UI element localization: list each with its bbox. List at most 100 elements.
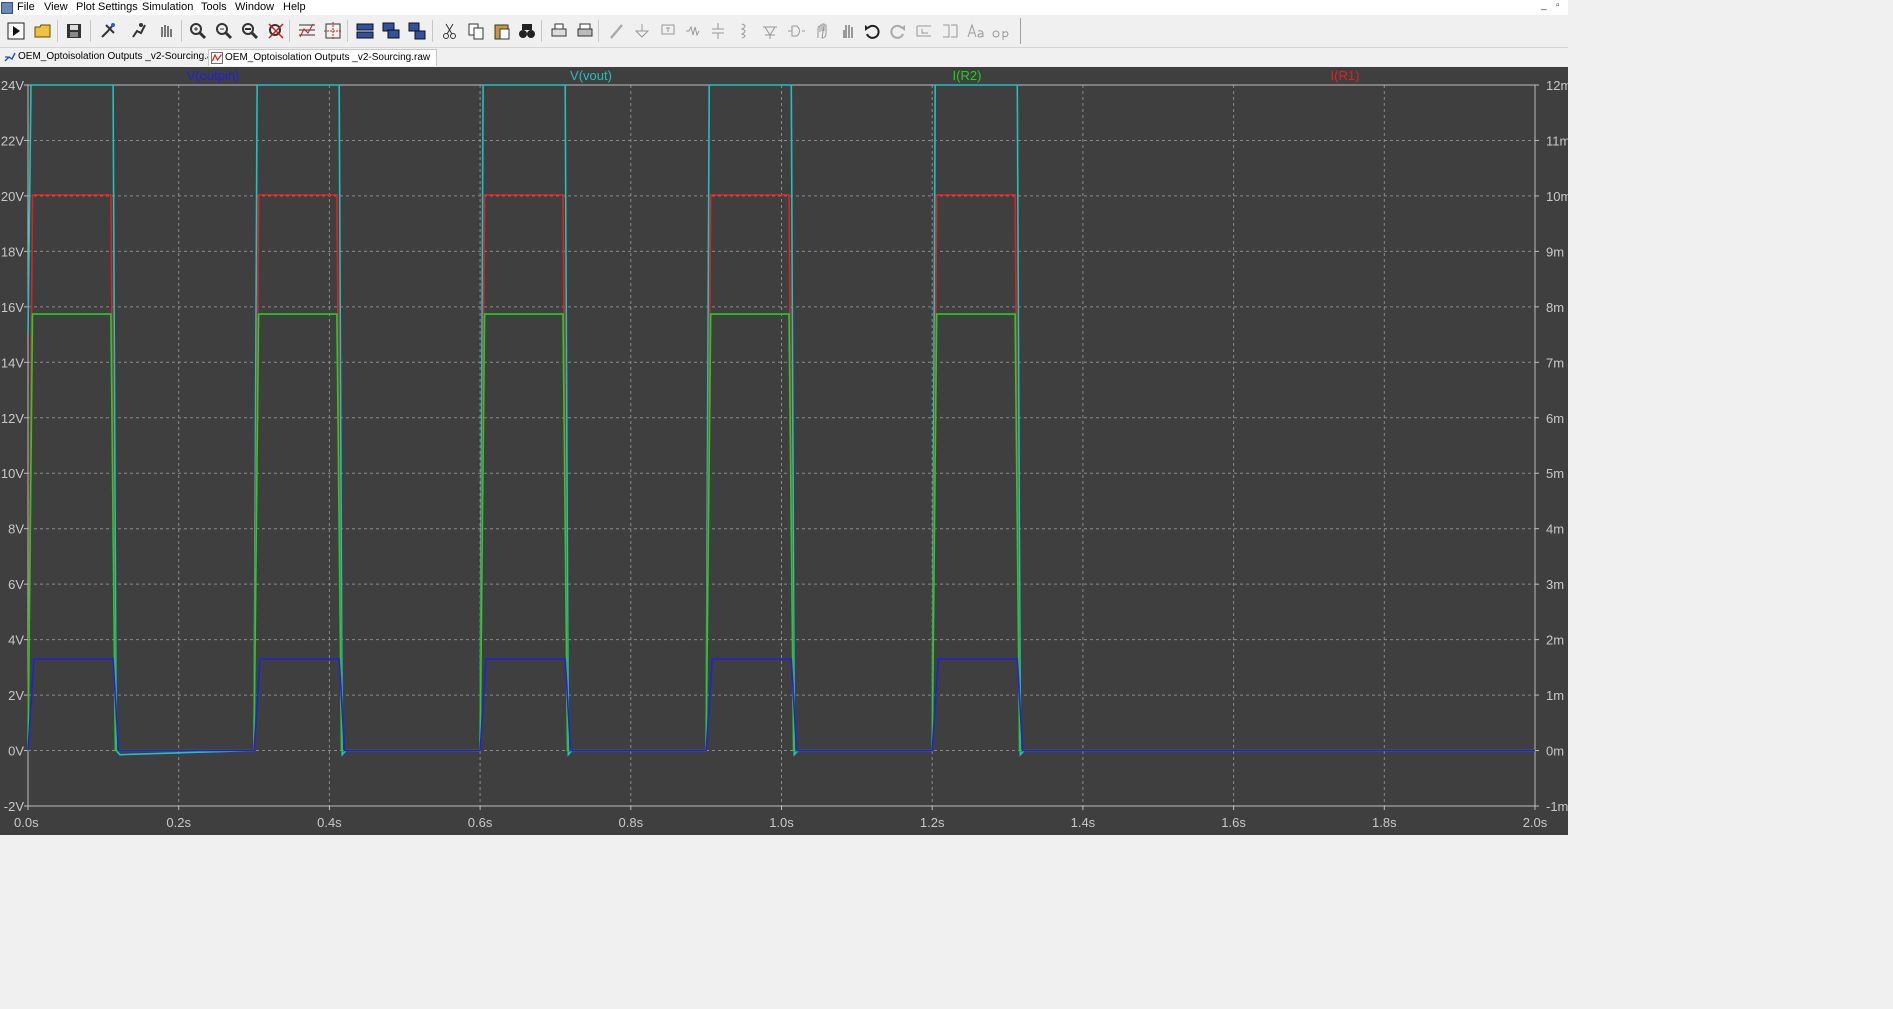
move-icon	[817, 23, 827, 39]
halt-icon	[132, 23, 146, 38]
x-tick-label: 1.6s	[1221, 815, 1246, 830]
spice-directive-button[interactable]	[990, 20, 1012, 42]
control-panel-button[interactable]	[97, 20, 119, 42]
mark-data-button[interactable]	[322, 20, 344, 42]
y-left-tick-label: 10V	[1, 466, 24, 481]
y-right-tick-label: 8m	[1546, 300, 1564, 315]
paste-icon	[494, 24, 510, 40]
print-button[interactable]	[548, 20, 570, 42]
menu-window[interactable]: Window	[235, 1, 274, 14]
toolbar	[0, 16, 1568, 48]
move-button[interactable]	[811, 20, 833, 42]
y-right-tick-label: 11m	[1546, 133, 1568, 148]
wire-button[interactable]	[606, 20, 628, 42]
resistor-icon	[686, 25, 700, 37]
zoom-back-button[interactable]	[239, 20, 261, 42]
cut-button[interactable]	[439, 20, 461, 42]
spice-directive-icon	[992, 30, 1009, 40]
y-right-tick-label: 6m	[1546, 411, 1564, 426]
redo-icon	[890, 24, 905, 39]
y-left-tick-label: 24V	[1, 78, 24, 93]
paste-button[interactable]	[491, 20, 513, 42]
x-tick-label: 1.8s	[1372, 815, 1397, 830]
y-right-tick-label: 5m	[1546, 466, 1564, 481]
y-right-tick-label: 3m	[1546, 577, 1564, 592]
zoom-out-button[interactable]	[213, 20, 235, 42]
zoom-fit-button[interactable]	[265, 20, 287, 42]
open-button[interactable]	[32, 20, 54, 42]
capacitor-button[interactable]	[707, 20, 729, 42]
y-right-tick-label: 2m	[1546, 633, 1564, 648]
pan-button[interactable]	[155, 20, 177, 42]
label-net-button[interactable]	[657, 20, 679, 42]
x-tick-label: 1.4s	[1071, 815, 1096, 830]
drag-icon	[843, 25, 853, 38]
menu-file[interactable]: File	[17, 1, 35, 14]
find-button[interactable]	[516, 20, 538, 42]
undo-button[interactable]	[861, 20, 883, 42]
print-icon	[551, 23, 567, 37]
diode-button[interactable]	[759, 20, 781, 42]
x-tick-label: 0.8s	[619, 815, 644, 830]
waveform-plot[interactable]: 0.0s 0.2s 0.4s 0.6s 0.8s 1.0s 1.2s 1.4s 1.6s 1.8s…	[0, 67, 1568, 835]
inductor-button[interactable]	[733, 20, 755, 42]
drag-button[interactable]	[837, 20, 859, 42]
tile-horizontal-icon	[356, 23, 374, 39]
print-setup-icon	[577, 23, 593, 37]
menu-plot-settings[interactable]: Plot Settings	[76, 1, 138, 14]
tab-schematic-label: OEM_Optoisolation Outputs _v2-Sourcing.a…	[18, 51, 223, 62]
redo-button[interactable]	[887, 20, 909, 42]
trace-label-v-vout[interactable]: V(vout)	[570, 68, 612, 83]
open-icon	[34, 24, 51, 38]
tile-vertical-button[interactable]	[406, 20, 428, 42]
run-button[interactable]	[5, 20, 27, 42]
waveform-chart[interactable]: 0.0s 0.2s 0.4s 0.6s 0.8s 1.0s 1.2s 1.4s 1.6s 1.8s…	[0, 67, 1568, 835]
trace-label-i-r2[interactable]: I(R2)	[953, 68, 982, 83]
toolbar-separator	[90, 20, 91, 42]
document-tabs: OEM_Optoisolation Outputs _v2-Sourcing.a…	[0, 48, 1568, 66]
undo-icon	[865, 24, 880, 39]
tab-schematic[interactable]: OEM_Optoisolation Outputs _v2-Sourcing.a…	[2, 49, 229, 65]
rotate-button[interactable]	[913, 20, 935, 42]
minimize-button[interactable]: _	[1541, 0, 1547, 11]
y-left-tick-label: -2V	[4, 799, 25, 814]
trace-label-i-r1[interactable]: I(R1)	[1331, 68, 1360, 83]
tab-waveform[interactable]: OEM_Optoisolation Outputs _v2-Sourcing.r…	[208, 49, 438, 66]
x-tick-label: 2.0s	[1523, 815, 1548, 830]
y-left-tick-label: 0V	[8, 744, 24, 759]
component-button[interactable]	[785, 20, 807, 42]
tile-vertical-icon	[408, 22, 426, 40]
ground-button[interactable]	[631, 20, 653, 42]
y-right-tick-label: -1m	[1546, 799, 1568, 814]
trace-label-v-outpin[interactable]: V(outpin)	[187, 68, 240, 83]
menu-simulation[interactable]: Simulation	[142, 1, 193, 14]
toolbar-separator	[541, 20, 542, 42]
y-right-tick-label: 10m	[1546, 189, 1568, 204]
x-tick-label: 0.0s	[14, 815, 39, 830]
text-button[interactable]	[965, 20, 987, 42]
tab-waveform-label: OEM_Optoisolation Outputs _v2-Sourcing.r…	[225, 52, 431, 63]
y-left-tick-label: 14V	[1, 355, 24, 370]
mirror-button[interactable]	[939, 20, 961, 42]
x-tick-label: 0.2s	[166, 815, 191, 830]
y-right-tick-label: 0m	[1546, 744, 1564, 759]
y-left-tick-label: 12V	[1, 411, 24, 426]
cascade-button[interactable]	[380, 20, 402, 42]
tile-horizontal-button[interactable]	[354, 20, 376, 42]
menu-tools[interactable]: Tools	[201, 1, 227, 14]
halt-button[interactable]	[128, 20, 150, 42]
mark-data-icon	[324, 22, 342, 40]
autorange-button[interactable]	[296, 20, 318, 42]
toolbar-separator	[181, 20, 182, 42]
restore-button[interactable]: ▫	[1556, 0, 1560, 11]
menu-view[interactable]: View	[44, 1, 68, 14]
copy-button[interactable]	[465, 20, 487, 42]
menu-help[interactable]: Help	[283, 1, 306, 14]
wire-icon	[610, 24, 623, 39]
app-icon[interactable]	[1, 2, 13, 14]
print-setup-button[interactable]	[574, 20, 596, 42]
run-icon	[7, 22, 25, 40]
zoom-in-button[interactable]	[187, 20, 209, 42]
resistor-button[interactable]	[682, 20, 704, 42]
save-button[interactable]	[63, 20, 85, 42]
